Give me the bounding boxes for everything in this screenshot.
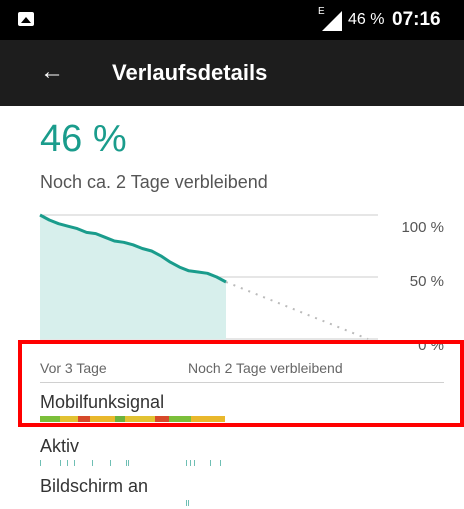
status-bar: E 46 % 07:16	[0, 0, 464, 40]
clock: 07:16	[392, 9, 441, 30]
screen-on-ticks	[40, 500, 444, 506]
signal-strength-icon	[322, 11, 342, 31]
arrow-left-icon[interactable]: ←	[40, 58, 64, 86]
active-ticks	[40, 460, 444, 468]
battery-percent-label: 46 %	[348, 11, 385, 28]
y-tick-100: 100 %	[401, 219, 444, 236]
highlight-box	[18, 340, 464, 427]
battery-projection-line	[225, 281, 369, 340]
app-bar: ← Verlaufsdetails	[0, 40, 464, 106]
y-tick-50: 50 %	[410, 273, 444, 290]
image-icon	[18, 12, 34, 26]
battery-area	[40, 215, 226, 339]
active-label: Aktiv	[40, 436, 80, 456]
battery-percent: 46 %	[40, 118, 127, 160]
page-title: Verlaufsdetails	[112, 60, 268, 85]
battery-remaining-text: Noch ca. 2 Tage verbleibend	[40, 172, 268, 192]
battery-history-chart: 100 % 50 % 0 %	[39, 213, 444, 354]
screen-on-label: Bildschirm an	[40, 476, 149, 496]
